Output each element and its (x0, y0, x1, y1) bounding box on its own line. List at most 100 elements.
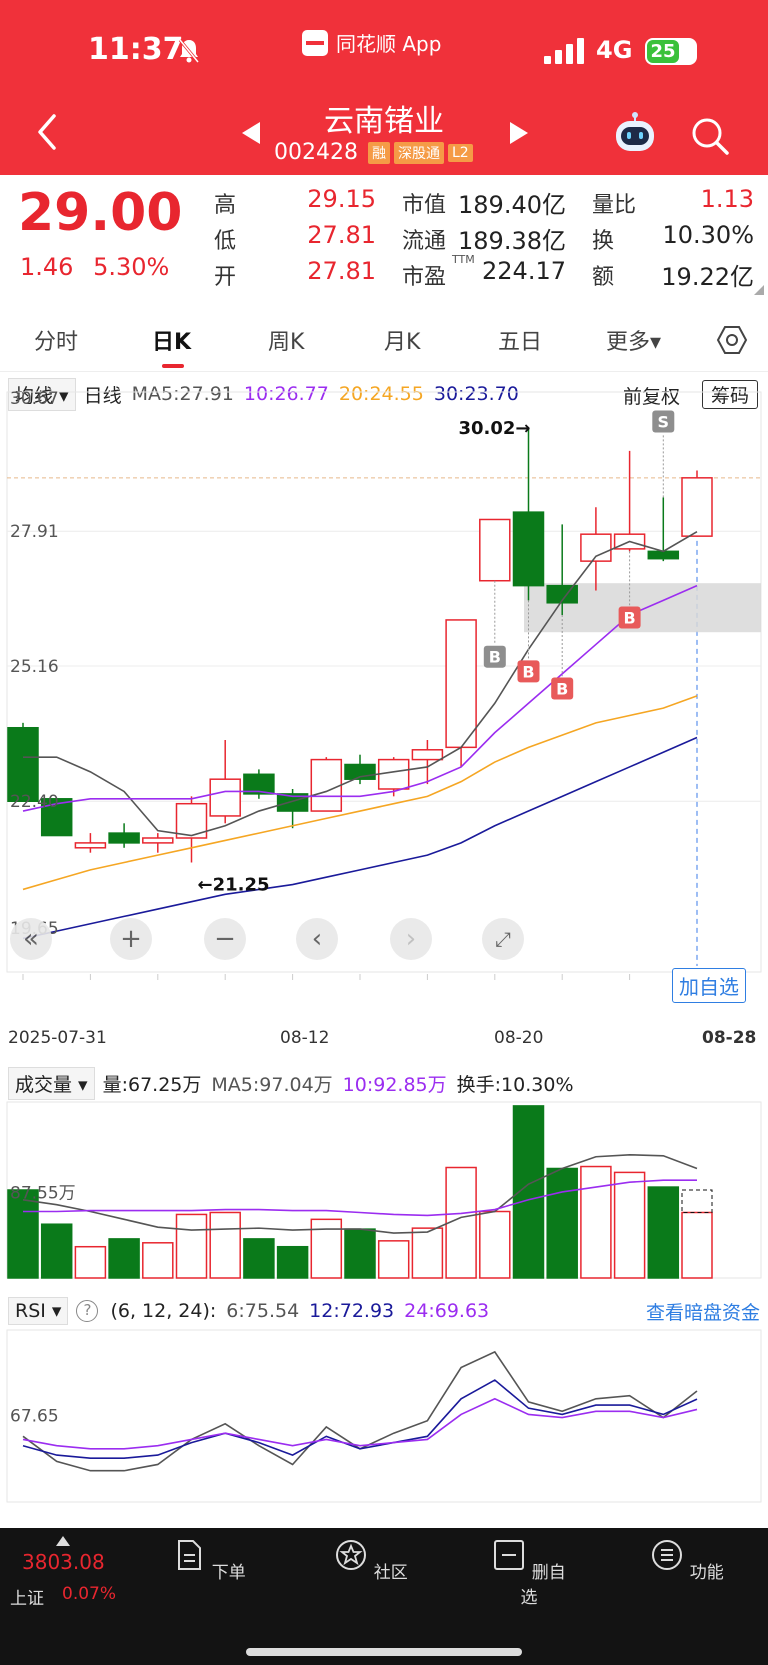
volume-ma5: MA5:97.04万 (211, 1073, 333, 1096)
date-start: 2025-07-31 (8, 1028, 107, 1048)
sell-mark-text: S (658, 412, 670, 431)
volume-bar (377, 1240, 410, 1279)
amount-value: 19.22亿 (661, 263, 754, 291)
bell-muted-icon (178, 39, 200, 63)
battery-icon: 25 (645, 38, 697, 65)
low-label: 低 (214, 229, 237, 254)
index-value[interactable]: 3803.08 (22, 1550, 105, 1574)
next-stock-icon[interactable] (508, 120, 530, 146)
volume-bar (175, 1213, 208, 1279)
volume-bar (142, 1242, 174, 1279)
remove-favorite-icon (494, 1540, 525, 1570)
date-mid1: 08-12 (280, 1028, 330, 1048)
dark-pool-link[interactable]: 查看暗盘资金 (646, 1298, 760, 1325)
volume-bar (40, 1223, 73, 1279)
volume-dropdown[interactable]: 成交量 ▾ (8, 1066, 95, 1100)
nav-order[interactable]: 下单 (164, 1538, 254, 1583)
buy-mark-text: B (489, 648, 501, 667)
pe-value: 224.17 (482, 257, 566, 285)
volume-bar (243, 1238, 275, 1279)
index-name: 上证 (10, 1589, 44, 1609)
high-value: 29.15 (307, 185, 376, 213)
nav-remove-favorite-label: 删自选 (520, 1563, 566, 1608)
volume-bar (681, 1211, 713, 1279)
search-icon[interactable] (690, 116, 730, 156)
zoom-out-icon[interactable]: − (204, 918, 246, 960)
nav-community[interactable]: 社区 (326, 1538, 416, 1583)
app-badge[interactable]: 同花顺 App (302, 28, 441, 57)
rsi-frame (6, 1329, 762, 1503)
volume-bar (613, 1171, 646, 1279)
robot-assistant-icon[interactable] (612, 112, 658, 158)
tab-intraday[interactable]: 分时 (34, 324, 78, 356)
settings-hexagon-icon[interactable] (716, 324, 748, 356)
buy-mark-text: B (623, 608, 635, 627)
tab-daily-k[interactable]: 日K (152, 324, 191, 356)
help-icon[interactable]: ? (76, 1300, 99, 1322)
rsi-params: (6, 12, 24): (110, 1300, 217, 1322)
volratio-value: 1.13 (700, 185, 754, 213)
expand-corner-icon[interactable] (754, 285, 764, 295)
candle-body (209, 778, 241, 817)
community-star-icon (336, 1540, 367, 1570)
tab-weekly-k[interactable]: 周K (268, 324, 304, 356)
rewind-icon[interactable]: « (10, 918, 52, 960)
price-change: 1.46 5.30% (20, 253, 169, 281)
nav-order-label: 下单 (211, 1563, 246, 1583)
volratio-label: 量比 (592, 193, 637, 218)
menu-circle-icon (652, 1540, 683, 1570)
volume-bar (276, 1245, 309, 1279)
quote-panel: 29.00 1.46 5.30% 高 29.15 低 27.81 开 27.81… (0, 175, 768, 300)
fullscreen-icon[interactable]: ⤢ (482, 918, 524, 960)
app-name: 同花顺 App (336, 32, 442, 56)
buy-mark-text: B (522, 662, 534, 681)
volume-turnover: 换手:10.30% (456, 1073, 574, 1096)
candle-body (681, 477, 713, 537)
candle-body (108, 832, 140, 844)
scroll-right-icon[interactable]: › (390, 918, 432, 960)
candle-body (512, 511, 545, 587)
float-label: 流通 (402, 229, 447, 254)
mcap-label: 市值 (402, 193, 447, 218)
volume-ma10: 10:92.85万 (342, 1073, 447, 1096)
tab-more[interactable]: 更多▾ (606, 324, 661, 356)
index-percent: 0.07% (62, 1584, 117, 1604)
high-label: 高 (214, 193, 237, 218)
pe-label: 市盈 (402, 265, 447, 290)
candle-body (445, 619, 477, 749)
volume-bar (580, 1165, 612, 1279)
volume-bar (74, 1245, 107, 1279)
nav-remove-favorite[interactable]: 删自选 (484, 1538, 574, 1608)
change-percent: 5.30% (93, 253, 170, 281)
home-indicator[interactable] (246, 1648, 522, 1656)
volume-bar (108, 1238, 140, 1279)
price-axis-label: 22.40 (10, 792, 59, 812)
scroll-left-icon[interactable]: ‹ (296, 918, 338, 960)
tab-monthly-k[interactable]: 月K (384, 324, 420, 356)
tab-five-day[interactable]: 五日 (498, 324, 542, 356)
candle-body (142, 837, 174, 844)
candle-body (74, 842, 107, 849)
tag-level2: L2 (447, 143, 473, 162)
candle-body (479, 518, 511, 582)
open-value: 27.81 (307, 257, 376, 285)
buy-mark-text: B (556, 680, 568, 699)
nav-functions[interactable]: 功能 (642, 1538, 732, 1583)
battery-level: 25 (647, 40, 679, 63)
tag-margin: 融 (367, 141, 390, 164)
last-price: 29.00 (18, 183, 183, 243)
rsi6-label: 6:75.54 (226, 1300, 300, 1322)
stock-code: 002428 (274, 140, 358, 165)
nav-community-label: 社区 (373, 1563, 408, 1583)
rsi-dropdown[interactable]: RSI ▾ (8, 1297, 69, 1325)
candles (7, 427, 713, 863)
add-favorite-button[interactable]: 加自选 (672, 968, 746, 1003)
candle-body (377, 758, 410, 790)
float-value: 189.38亿 (458, 227, 566, 255)
index-up-arrow-icon (56, 1536, 70, 1546)
latest-volume-marker (681, 1189, 713, 1213)
volume-bar (647, 1186, 680, 1279)
volume-value: 量:67.25万 (102, 1073, 202, 1096)
zoom-in-icon[interactable]: + (110, 918, 152, 960)
volume-bar (411, 1227, 444, 1279)
